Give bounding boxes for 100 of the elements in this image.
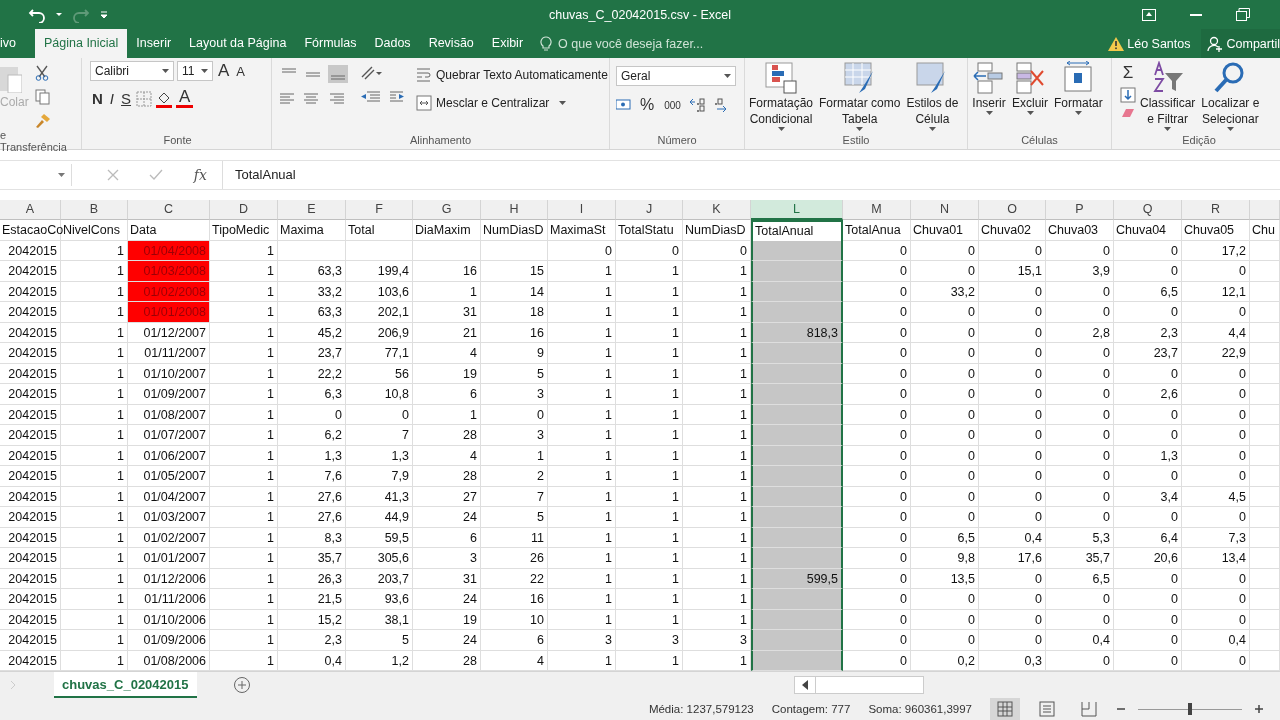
table-cell: 0 — [911, 363, 979, 384]
table-cell: 15,1 — [979, 261, 1046, 282]
orientation-icon[interactable] — [360, 65, 382, 81]
table-cell: 0 — [979, 384, 1046, 405]
font-family-field[interactable]: Calibri — [90, 61, 174, 81]
column-header[interactable]: I — [548, 200, 616, 220]
ribbon-display-icon[interactable] — [1142, 8, 1156, 21]
column-header[interactable]: Q — [1114, 200, 1182, 220]
style-button[interactable]: Estilos de Célula — [904, 61, 961, 131]
italic-button[interactable]: I — [107, 90, 116, 107]
insert-cells-icon — [972, 61, 1006, 95]
ribbon-tab[interactable]: ivo — [0, 29, 25, 58]
column-header[interactable]: E — [278, 200, 346, 220]
column-header[interactable]: A — [0, 200, 61, 220]
normal-view-icon[interactable] — [990, 698, 1020, 720]
cells-button[interactable]: Inserir — [970, 61, 1008, 115]
cells-button[interactable]: Excluir — [1010, 61, 1050, 115]
ribbon-tab[interactable]: Inserir — [127, 29, 181, 58]
formula-field[interactable]: TotalAnual — [222, 161, 1280, 189]
ribbon-tab[interactable]: Dados — [365, 29, 420, 58]
table-cell — [1250, 527, 1280, 548]
copy-icon[interactable] — [34, 89, 51, 105]
font-color-button[interactable]: A — [176, 89, 194, 108]
table-cell: 1 — [61, 404, 128, 425]
currency-icon[interactable] — [616, 98, 632, 112]
underline-button[interactable]: S — [119, 90, 134, 107]
column-header[interactable]: D — [210, 200, 278, 220]
column-header[interactable]: C — [128, 200, 210, 220]
autosum-button[interactable]: Σ — [1120, 63, 1136, 83]
increase-decimal-icon[interactable] — [688, 97, 707, 113]
group-label: Número — [656, 134, 698, 148]
fill-down-icon[interactable] — [1120, 87, 1136, 103]
table-cell: 2042015 — [0, 466, 61, 487]
grow-font-button[interactable]: A — [216, 61, 232, 81]
ribbon-tab[interactable]: Exibir — [482, 29, 533, 58]
cancel-icon[interactable] — [107, 169, 120, 181]
ribbon-tab[interactable]: Fórmulas — [295, 29, 366, 58]
table-cell: 1 — [616, 281, 683, 302]
cells-button[interactable]: Formatar — [1052, 61, 1105, 115]
group-label: Alinhamento — [408, 134, 473, 148]
zoom-in-icon[interactable] — [1254, 704, 1264, 714]
customize-icon[interactable] — [99, 9, 109, 20]
horizontal-scrollbar[interactable] — [794, 676, 924, 694]
column-header[interactable]: B — [61, 200, 128, 220]
table-cell: 1 — [548, 527, 616, 548]
font-size-field[interactable]: 11 — [177, 61, 213, 81]
sheet-tab[interactable]: chuvas_C_02042015 — [54, 672, 197, 698]
restore-icon[interactable] — [1236, 8, 1250, 21]
bold-button[interactable]: N — [90, 90, 105, 107]
column-header[interactable]: G — [413, 200, 481, 220]
column-header[interactable]: J — [616, 200, 683, 220]
caret-icon[interactable] — [55, 11, 63, 18]
percent-button[interactable]: % — [638, 96, 657, 114]
zoom-slider-thumb[interactable] — [1188, 703, 1192, 715]
table-cell: 0 — [979, 486, 1046, 507]
caret-icon — [777, 127, 785, 131]
column-header[interactable]: N — [911, 200, 979, 220]
table-cell: 45,2 — [278, 322, 346, 343]
table-cell: 0 — [1182, 507, 1250, 528]
table-cell: 33,2 — [278, 281, 346, 302]
insert-function-button[interactable]: fx — [193, 167, 207, 183]
minimize-icon[interactable] — [1190, 13, 1202, 16]
column-header[interactable]: P — [1046, 200, 1114, 220]
scissors-icon[interactable] — [34, 65, 49, 81]
ribbon-tab[interactable]: Página Inicial — [35, 29, 128, 58]
style-button[interactable]: Formatação Condicional — [747, 61, 816, 131]
format-painter-icon[interactable] — [34, 113, 51, 129]
shrink-font-button[interactable]: A — [234, 63, 247, 79]
indent-icon[interactable] — [360, 89, 406, 105]
column-header[interactable]: O — [979, 200, 1046, 220]
tell-me-field[interactable]: O que você deseja fazer... — [540, 29, 711, 58]
user-name[interactable]: Léo Santos — [1127, 36, 1191, 51]
table-cell: 35,7 — [278, 548, 346, 569]
column-header[interactable]: M — [843, 200, 911, 220]
table-cell: 9 — [481, 343, 548, 364]
table-cell: 1 — [61, 589, 128, 610]
thousands-button[interactable]: 000 — [662, 99, 683, 111]
merge-center-button[interactable]: Mesclar e Centralizar — [416, 93, 608, 113]
add-sheet-icon[interactable] — [232, 676, 251, 694]
wrap-text-button[interactable]: Quebrar Texto Automaticamente — [416, 65, 608, 85]
ribbon-tab[interactable]: Revisão — [419, 29, 483, 58]
column-header[interactable]: F — [346, 200, 413, 220]
table-cell: 0 — [1114, 630, 1182, 651]
table-cell: 1 — [616, 507, 683, 528]
column-header[interactable]: H — [481, 200, 548, 220]
ribbon-tab[interactable]: Layout da Página — [180, 29, 296, 58]
undo-icon[interactable] — [28, 6, 46, 23]
editing-button[interactable]: Classificar e Filtrar — [1138, 61, 1198, 131]
scroll-left-icon[interactable] — [801, 680, 809, 690]
editing-button[interactable]: Localizar e Selecionar — [1199, 61, 1262, 131]
table-cell: 1 — [548, 609, 616, 630]
column-header[interactable]: R — [1182, 200, 1250, 220]
number-format-field[interactable]: Geral — [616, 66, 736, 86]
table-cell: 17,6 — [979, 548, 1046, 569]
column-header[interactable]: L — [751, 200, 843, 220]
enter-icon[interactable] — [149, 169, 164, 181]
column-header[interactable]: K — [683, 200, 751, 220]
table-cell: 0 — [1046, 445, 1114, 466]
share-button[interactable]: Compartil — [1200, 29, 1280, 58]
style-button[interactable]: Formatar como Tabela — [817, 61, 903, 131]
